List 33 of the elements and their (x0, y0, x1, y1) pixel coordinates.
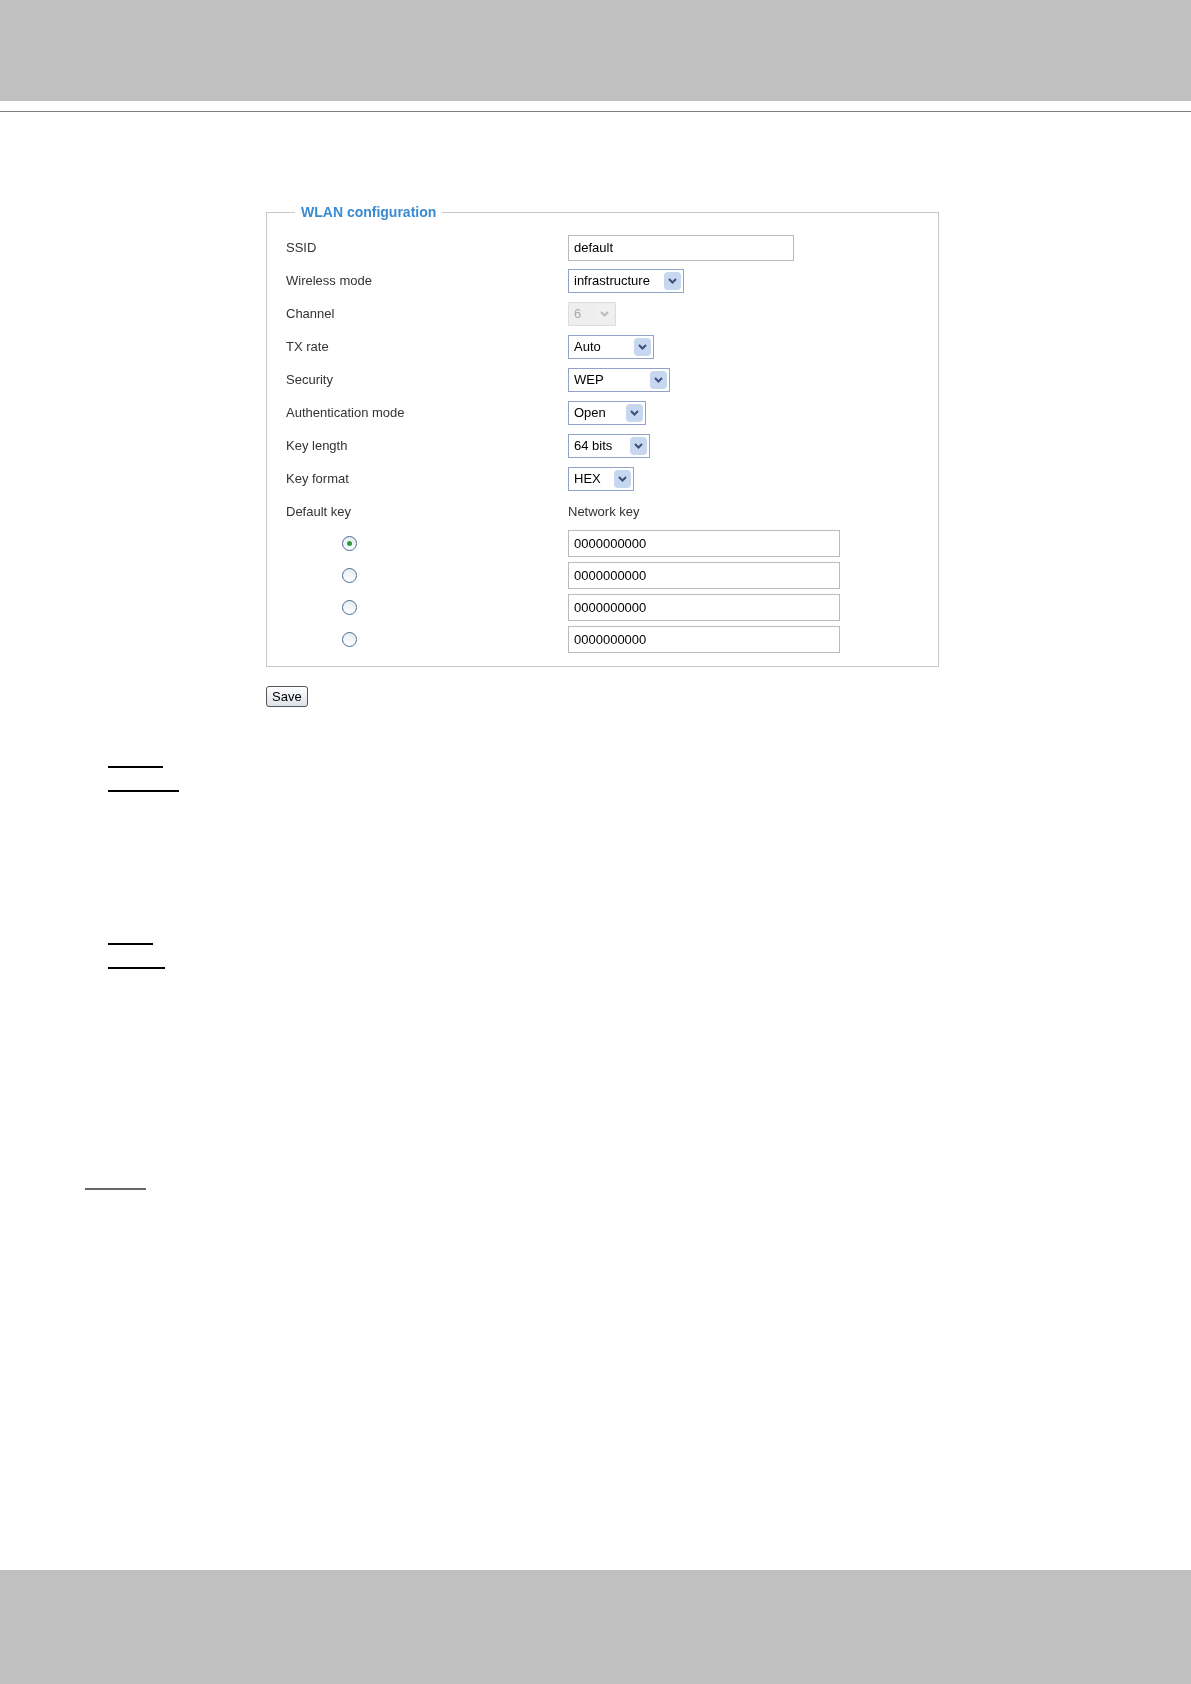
dropdown[interactable]: 64 bits (568, 433, 650, 458)
field-label: Key length (286, 436, 349, 455)
field-label: Security (286, 370, 334, 389)
dropdown[interactable]: HEX (568, 466, 634, 491)
network-key-field[interactable]: 0000000000 (568, 626, 840, 653)
caret-icon (650, 370, 667, 389)
radio-button[interactable] (342, 600, 357, 615)
network-key-field[interactable]: 0000000000 (568, 530, 840, 557)
field-label: Key format (286, 469, 350, 488)
caret-icon (664, 271, 681, 290)
dropdown[interactable]: WEP (568, 367, 670, 392)
field-label: SSID (286, 238, 318, 257)
field-label: TX rate (286, 337, 330, 356)
caret-icon (626, 403, 643, 422)
field-label: Authentication mode (286, 403, 406, 422)
dropdown[interactable]: Open (568, 400, 646, 425)
dropdown[interactable]: Auto (568, 334, 654, 359)
column-label: Network key (568, 502, 640, 521)
network-key-field[interactable]: 0000000000 (568, 594, 840, 621)
caret-icon (614, 469, 631, 488)
field-label: Wireless mode (286, 271, 373, 290)
caret-icon (634, 337, 651, 356)
text-field[interactable]: default (568, 234, 794, 261)
radio-button[interactable] (342, 568, 357, 583)
network-key-field[interactable]: 0000000000 (568, 562, 840, 589)
column-label: Default key (286, 502, 353, 521)
save-button[interactable]: Save (266, 686, 308, 707)
field-label: Channel (286, 304, 336, 323)
caret-icon (630, 436, 647, 455)
dropdown[interactable]: infrastructure (568, 268, 684, 293)
panel-title: WLAN configuration (300, 203, 438, 222)
radio-button[interactable] (342, 632, 357, 647)
radio-button[interactable] (342, 536, 357, 551)
